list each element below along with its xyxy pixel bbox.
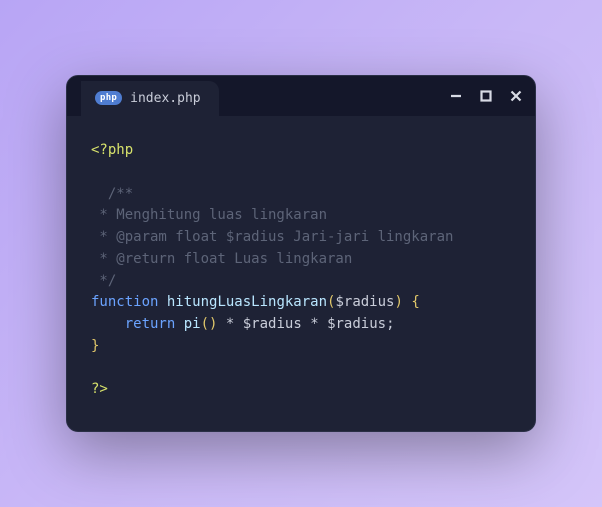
php-icon: php xyxy=(95,91,122,105)
variable: $radius xyxy=(243,316,302,332)
operator-mul: * xyxy=(302,316,327,332)
variable: $radius xyxy=(327,316,386,332)
titlebar: php index.php xyxy=(67,76,535,116)
semicolon: ; xyxy=(386,316,394,332)
editor-window: php index.php <?php /** * Menghitung lua… xyxy=(66,75,536,431)
docblock-line: * Menghitung luas lingkaran xyxy=(91,207,327,223)
docblock-close: */ xyxy=(91,273,116,289)
file-tab[interactable]: php index.php xyxy=(81,81,219,116)
minimize-button[interactable] xyxy=(449,89,463,103)
keyword-function: function xyxy=(91,294,158,310)
window-controls xyxy=(449,89,523,103)
docblock-line: * @return float Luas lingkaran xyxy=(91,251,352,267)
docblock-open: /** xyxy=(91,186,133,202)
tab-filename: index.php xyxy=(130,91,200,106)
php-close-tag: ?> xyxy=(91,381,108,397)
call-pi: pi xyxy=(184,316,201,332)
brace-open: { xyxy=(411,294,419,310)
function-name: hitungLuasLingkaran xyxy=(167,294,327,310)
parameter: $radius xyxy=(335,294,394,310)
call-parens: () xyxy=(201,316,218,332)
keyword-return: return xyxy=(125,316,176,332)
maximize-button[interactable] xyxy=(479,89,493,103)
operator-mul: * xyxy=(217,316,242,332)
code-editor[interactable]: <?php /** * Menghitung luas lingkaran * … xyxy=(67,116,535,430)
php-open-tag: <?php xyxy=(91,142,133,158)
paren-close: ) xyxy=(394,294,402,310)
docblock-line: * @param float $radius Jari-jari lingkar… xyxy=(91,229,453,245)
brace-close: } xyxy=(91,338,99,354)
close-button[interactable] xyxy=(509,89,523,103)
